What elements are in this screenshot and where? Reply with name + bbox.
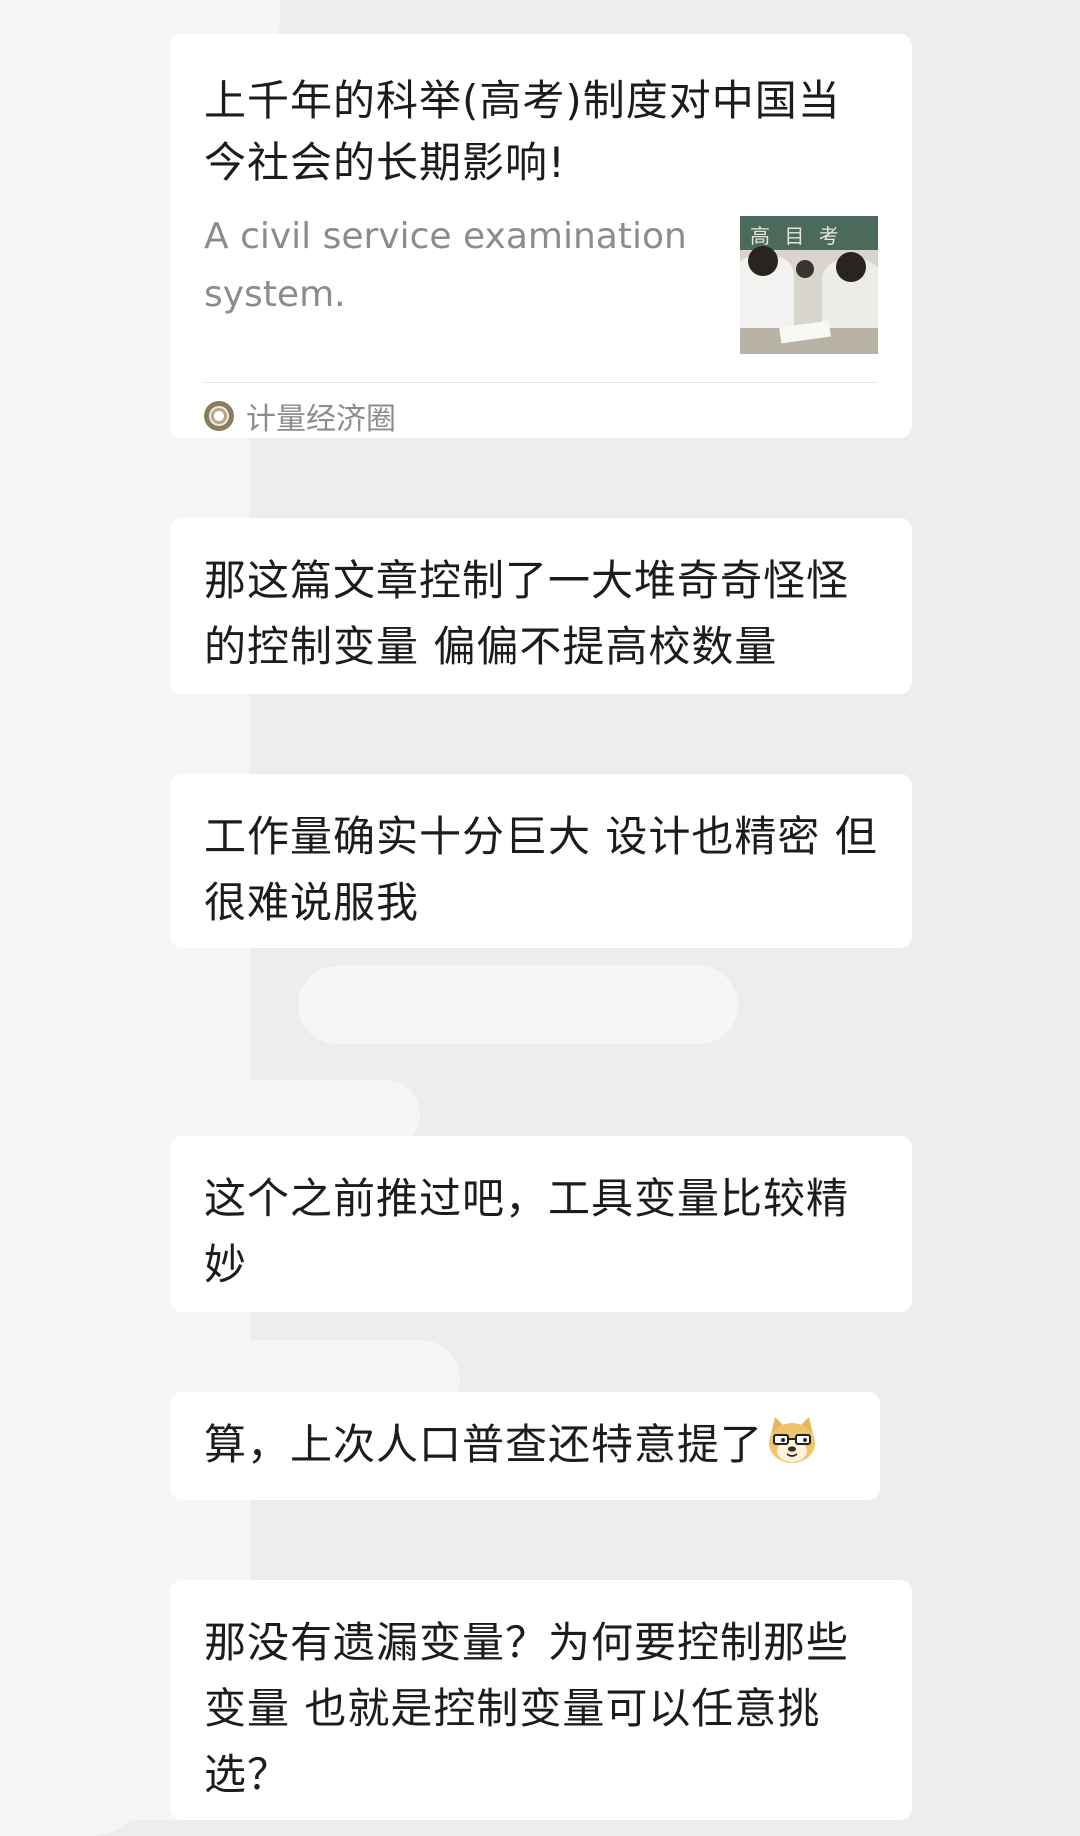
privacy-mask-timestamp: [298, 966, 738, 1044]
privacy-mask-mid-1: [120, 440, 250, 500]
thumbnail-board-text: 高 目 考: [750, 224, 843, 248]
shared-article-card[interactable]: 上千年的科举(高考)制度对中国当今社会的长期影响! A civil servic…: [170, 34, 912, 438]
message-bubble[interactable]: 工作量确实十分巨大 设计也精密 但很难说服我: [170, 774, 912, 948]
article-thumbnail: 高 目 考: [740, 216, 878, 354]
message-bubble-with-emoji[interactable]: 算，上次人口普查还特意提了: [170, 1392, 880, 1500]
article-title: 上千年的科举(高考)制度对中国当今社会的长期影响!: [204, 76, 841, 187]
source-name: 计量经济圈: [246, 402, 396, 437]
message-text: 算，上次人口普查还特意提了: [204, 1420, 764, 1469]
message-bubble[interactable]: 那没有遗漏变量？为何要控制那些变量 也就是控制变量可以任意挑选？: [170, 1580, 912, 1820]
article-source: 计量经济圈: [204, 383, 878, 449]
source-avatar-icon: [204, 401, 234, 431]
article-body: A civil service examination system. 高 目 …: [204, 208, 878, 354]
article-description: A civil service examination system.: [204, 216, 687, 315]
message-bubble[interactable]: 那这篇文章控制了一大堆奇奇怪怪的控制变量 偏偏不提高校数量: [170, 518, 912, 694]
message-bubble[interactable]: 这个之前推过吧，工具变量比较精妙: [170, 1136, 912, 1312]
doge-emoji-icon: [769, 1417, 816, 1463]
